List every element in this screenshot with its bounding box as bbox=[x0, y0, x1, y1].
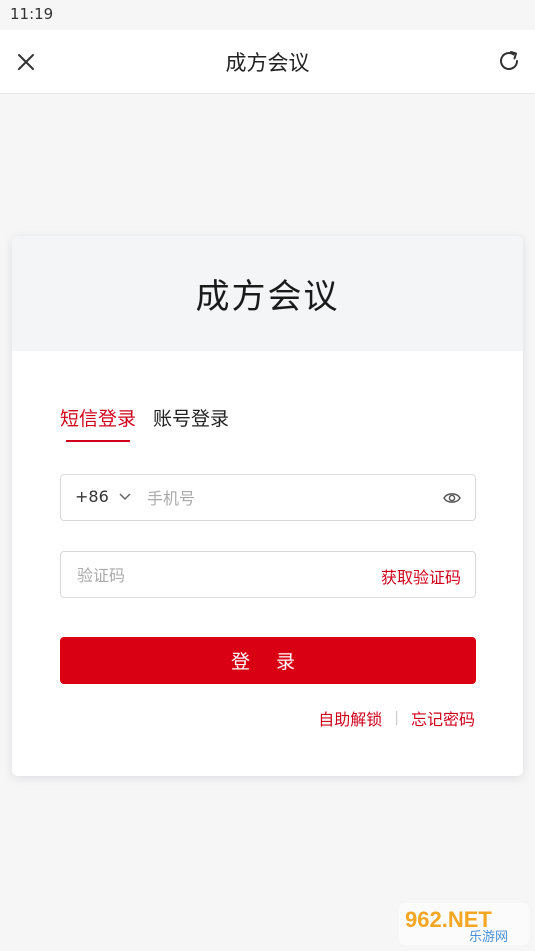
verification-code-input[interactable] bbox=[75, 558, 359, 592]
nav-bar: 成方会议 bbox=[0, 30, 535, 94]
status-time: 11:19 bbox=[10, 5, 54, 23]
card-title: 成方会议 bbox=[195, 277, 340, 317]
nav-title: 成方会议 bbox=[225, 51, 310, 75]
phone-field: +86 bbox=[60, 474, 476, 521]
get-code-button[interactable]: 获取验证码 bbox=[381, 564, 461, 588]
status-bar: 11:19 bbox=[0, 0, 535, 30]
country-code-select[interactable]: +86 bbox=[75, 487, 131, 506]
link-separator: | bbox=[394, 710, 399, 726]
self-unlock-link[interactable]: 自助解锁 bbox=[318, 706, 382, 730]
phone-input[interactable] bbox=[145, 481, 429, 515]
watermark-sub: 乐游网 bbox=[469, 930, 508, 945]
login-card: 成方会议 短信登录 账号登录 +86 获取验证码 登 录 自助解锁 | 忘记密码 bbox=[12, 236, 523, 776]
refresh-icon bbox=[500, 51, 518, 70]
help-links: 自助解锁 | 忘记密码 bbox=[318, 706, 475, 730]
login-button[interactable]: 登 录 bbox=[60, 637, 476, 684]
eye-icon[interactable] bbox=[443, 489, 461, 507]
chevron-down-icon bbox=[119, 492, 131, 500]
country-code-value: +86 bbox=[75, 487, 109, 506]
watermark-brand: 962.NET bbox=[405, 907, 492, 932]
tab-sms-login[interactable]: 短信登录 bbox=[60, 404, 136, 442]
tab-account-login[interactable]: 账号登录 bbox=[153, 404, 229, 441]
watermark-logo: 962.NET 乐游网 bbox=[399, 903, 529, 945]
card-header: 成方会议 bbox=[12, 236, 523, 351]
code-field: 获取验证码 bbox=[60, 551, 476, 598]
refresh-button[interactable] bbox=[495, 47, 523, 75]
forgot-password-link[interactable]: 忘记密码 bbox=[411, 706, 475, 730]
login-tabs: 短信登录 账号登录 bbox=[60, 404, 229, 442]
